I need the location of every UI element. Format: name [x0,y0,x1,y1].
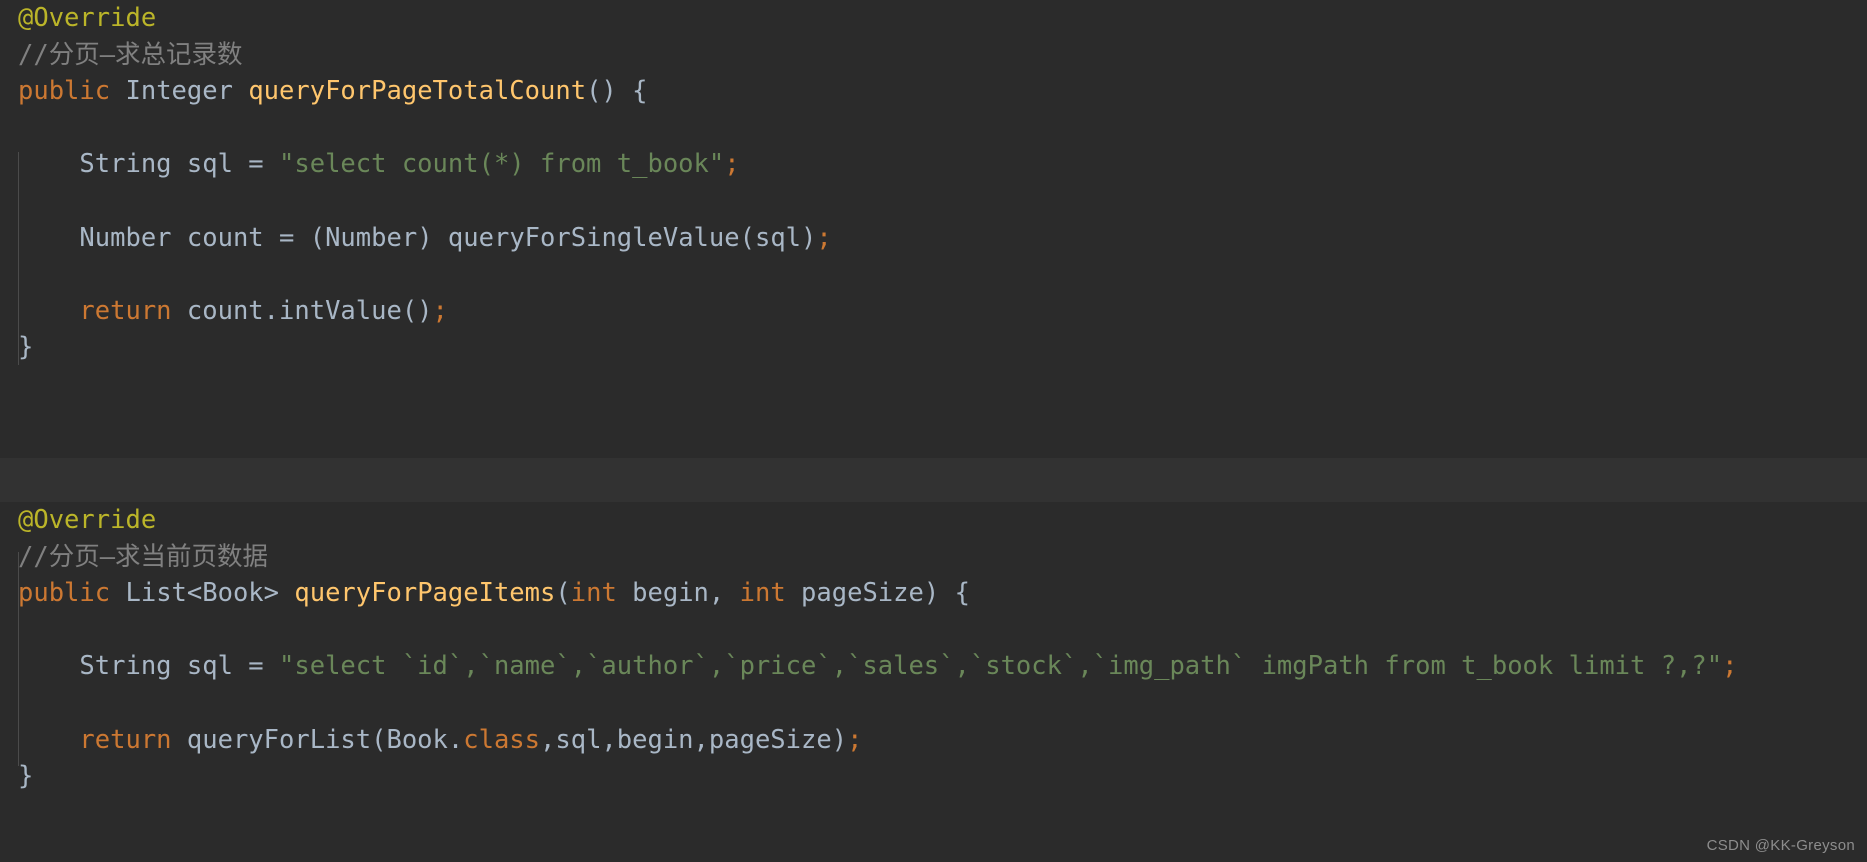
token-semi: ; [432,295,448,326]
code-line[interactable]: public Integer queryForPageTotalCount() … [0,73,1867,110]
code-block-query-for-page-items[interactable]: @Override//分页—求当前页数据 public List<Book> qu… [0,502,1867,862]
token-plain: ,sql,begin,pageSize) [540,724,848,755]
token-plain: pageSize) { [785,578,970,609]
token-semi: ; [1722,651,1738,682]
token-comment: //分页—求总记录数 [18,39,243,70]
token-comment: //分页—求当前页数据 [18,541,269,572]
code-line[interactable] [0,110,1867,147]
code-line[interactable]: @Override [0,502,1867,539]
token-annotation: @Override [18,505,157,535]
token-plain: count.intValue() [171,295,433,326]
token-keyword: return [79,295,172,326]
code-line[interactable]: return count.intValue(); [0,293,1867,330]
code-line[interactable] [0,183,1867,220]
token-method: queryForPageItems [294,578,556,609]
code-screenshot: @Override//分页—求总记录数 public Integer queryF… [0,0,1867,862]
code-line[interactable]: String sql = "select count(*) from t_boo… [0,146,1867,183]
token-plain: queryForSingleValue [447,222,740,253]
code-line[interactable]: //分页—求当前页数据 [0,539,1867,576]
token-plain: sql = [171,651,280,682]
token-plain: ) [417,222,448,253]
token-plain: (sql) [739,222,817,253]
token-type: List<Book> [125,578,280,609]
code-line[interactable]: public List<Book> queryForPageItems(int … [0,575,1867,612]
token-type: Number [325,222,418,253]
code-line[interactable] [0,612,1867,649]
token-keyword: public [18,76,111,107]
token-punct: } [18,332,34,363]
code-lines: @Override//分页—求总记录数 public Integer queryF… [0,0,1867,366]
token-semi: ; [724,149,740,180]
token-type: Integer [125,76,233,107]
token-keyword: int [739,578,786,609]
token-keyword: return [79,724,172,755]
token-plain: queryForList(Book. [171,724,464,755]
token-punct: ( [555,578,571,609]
code-line[interactable]: } [0,329,1867,366]
token-string: "select `id`,`name`,`author`,`price`,`sa… [279,651,1723,682]
token-type: String [79,149,172,180]
token-plain: begin, [616,578,740,609]
code-line[interactable]: @Override [0,0,1867,37]
token-keyword: int [570,578,617,609]
token-semi: ; [816,222,832,253]
token-punct: } [18,761,34,792]
csdn-watermark: CSDN @KK-Greyson [1706,837,1855,854]
token-string: "select count(*) from t_book" [279,149,725,180]
token-plain: count = ( [171,222,326,253]
token-punct: () { [586,76,648,107]
code-line[interactable]: Number count = (Number) queryForSingleVa… [0,220,1867,257]
code-line[interactable]: } [0,758,1867,795]
token-type: String [79,651,172,682]
token-type: Number [79,222,172,253]
code-block-query-for-page-total-count[interactable]: @Override//分页—求总记录数 public Integer queryF… [0,0,1867,458]
code-line[interactable] [0,256,1867,293]
code-line[interactable] [0,685,1867,722]
token-plain: sql = [171,149,280,180]
token-semi: ; [847,724,863,755]
code-lines: @Override//分页—求当前页数据 public List<Book> qu… [0,502,1867,795]
block-separator-band [0,458,1867,502]
token-method: queryForPageTotalCount [248,76,587,107]
code-line[interactable]: //分页—求总记录数 [0,37,1867,74]
code-line[interactable]: return queryForList(Book.class,sql,begin… [0,722,1867,759]
token-annotation: @Override [18,3,157,33]
code-line[interactable]: String sql = "select `id`,`name`,`author… [0,648,1867,685]
token-keyword: class [463,724,541,755]
token-keyword: public [18,578,111,609]
